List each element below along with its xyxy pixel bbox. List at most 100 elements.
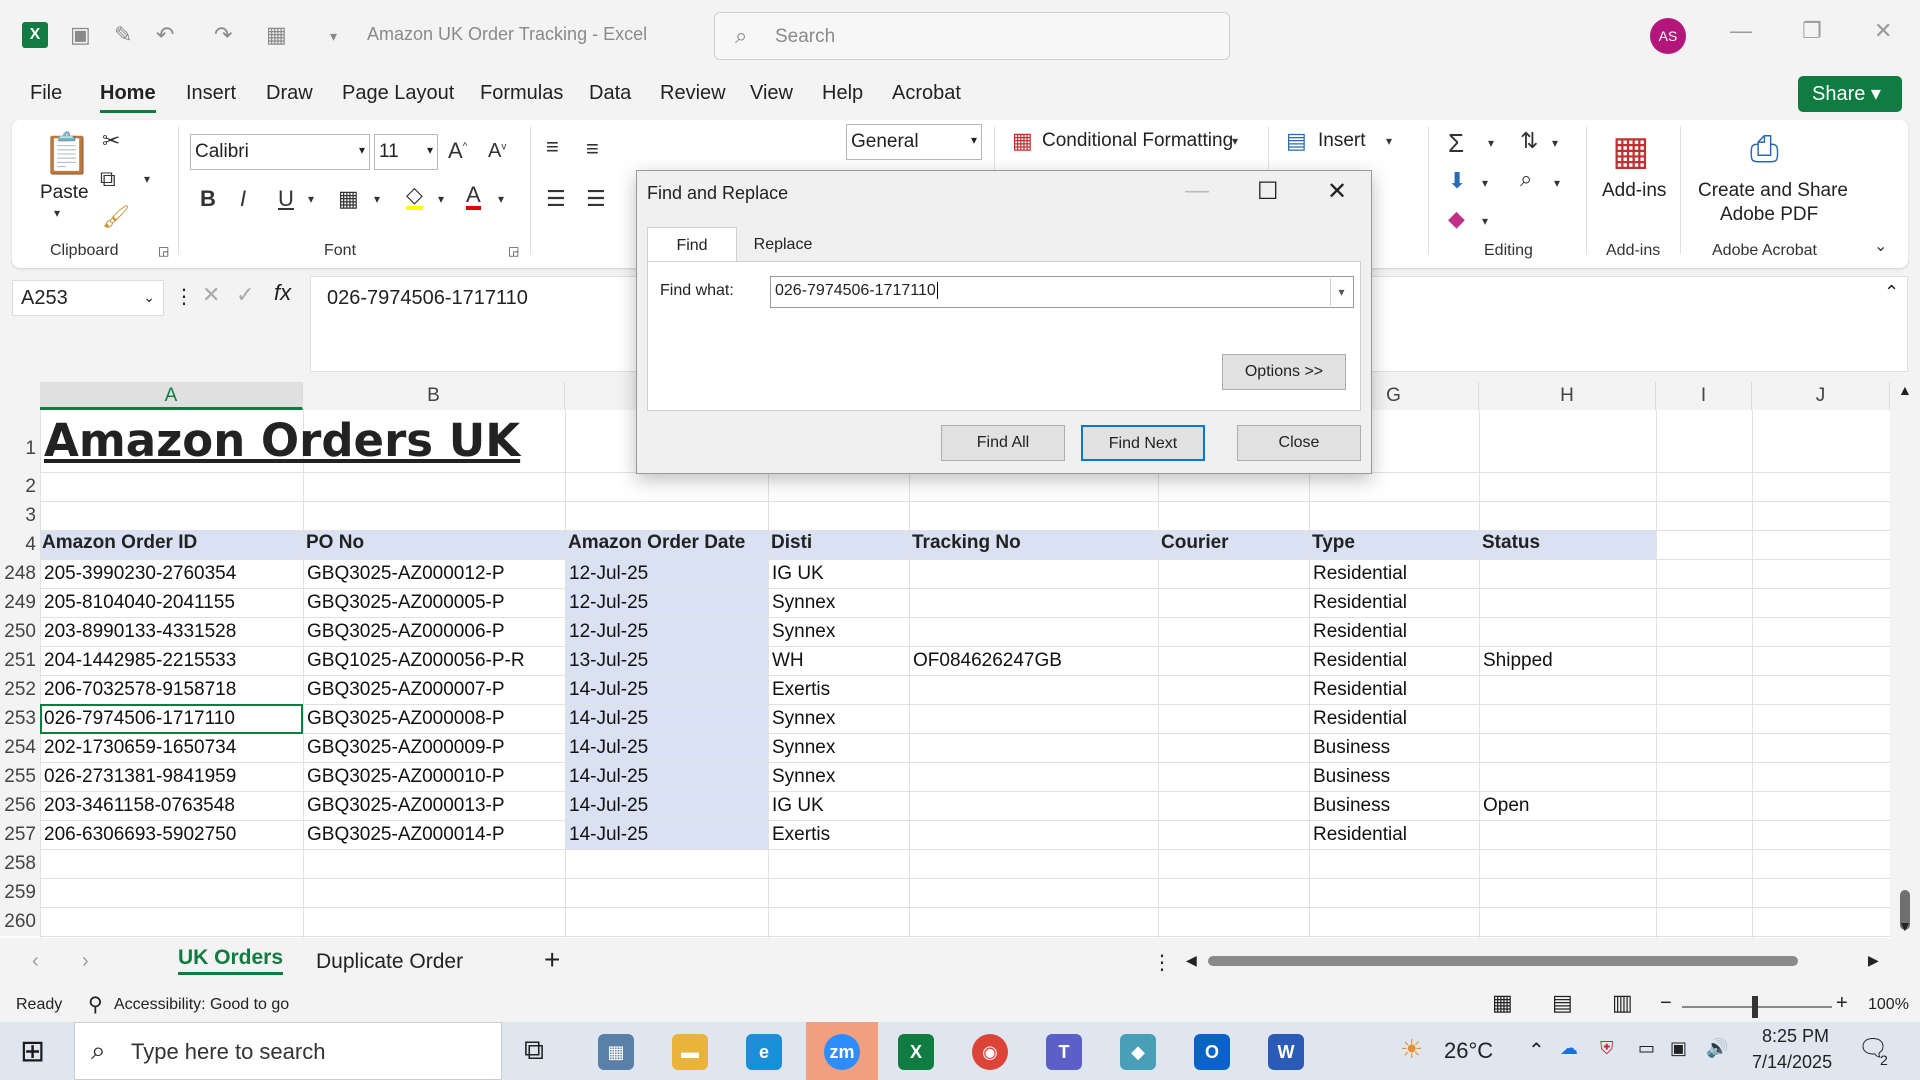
security-icon[interactable]: ⛨ xyxy=(1600,1038,1614,1059)
autosum-icon[interactable]: Σ xyxy=(1448,128,1464,159)
cell-order-id[interactable]: 204-1442985-2215533 xyxy=(42,646,236,675)
share-button[interactable]: Share ▾ xyxy=(1798,76,1902,112)
borders-icon[interactable]: ▦ xyxy=(338,186,359,212)
menu-page-layout[interactable]: Page Layout xyxy=(342,82,454,105)
dialog-maximize-icon[interactable]: ☐ xyxy=(1257,177,1279,206)
row-header[interactable]: 255 xyxy=(0,762,40,791)
cell-disti[interactable]: Exertis xyxy=(770,820,830,849)
clear-icon[interactable]: ◆ xyxy=(1448,206,1465,232)
paste-button[interactable]: Paste xyxy=(40,182,89,204)
cell-order-id[interactable]: 203-3461158-0763548 xyxy=(42,791,235,820)
row-header[interactable]: 258 xyxy=(0,849,40,878)
cell-order-date[interactable]: 12-Jul-25 xyxy=(567,588,648,617)
header-po-no[interactable]: PO No xyxy=(306,532,364,554)
clock-date[interactable]: 7/14/2025 xyxy=(1752,1052,1832,1073)
format-painter-qat-icon[interactable]: ✎ xyxy=(114,22,132,48)
cell-order-date[interactable]: 14-Jul-25 xyxy=(567,820,648,849)
cell-disti[interactable]: Synnex xyxy=(770,588,835,617)
cell-order-date[interactable]: 14-Jul-25 xyxy=(567,791,648,820)
copy-dropdown-icon[interactable]: ▾ xyxy=(144,172,150,186)
cell-type[interactable]: Residential xyxy=(1311,646,1407,675)
header-disti[interactable]: Disti xyxy=(771,532,812,554)
paste-dropdown-icon[interactable]: ▾ xyxy=(54,206,60,220)
excel-taskbar-icon[interactable]: X xyxy=(898,1034,934,1070)
create-pdf-icon[interactable]: ⎙ xyxy=(1750,128,1779,171)
font-color-icon[interactable]: A xyxy=(466,184,481,210)
cell-po-no[interactable]: GBQ3025-AZ000010-P xyxy=(305,762,505,791)
conditional-formatting-dropdown-icon[interactable]: ▾ xyxy=(1232,134,1238,148)
chrome-icon[interactable]: ◉ xyxy=(972,1034,1008,1070)
find-next-button[interactable]: Find Next xyxy=(1081,425,1205,461)
menu-formulas[interactable]: Formulas xyxy=(480,82,563,105)
cell-order-date[interactable]: 12-Jul-25 xyxy=(567,559,648,588)
row-header[interactable]: 248 xyxy=(0,559,40,588)
taskbar-search[interactable]: ⌕ Type here to search xyxy=(74,1022,502,1080)
sheet-tab-uk-orders[interactable]: UK Orders xyxy=(178,946,284,975)
volume-icon[interactable]: 🔊 xyxy=(1706,1038,1728,1059)
conditional-formatting-icon[interactable]: ▦ xyxy=(1012,128,1033,154)
cell-type[interactable]: Business xyxy=(1311,733,1390,762)
cell-po-no[interactable]: GBQ3025-AZ000012-P xyxy=(305,559,505,588)
cell-disti[interactable]: Exertis xyxy=(770,675,830,704)
weather-icon[interactable]: ☀ xyxy=(1400,1034,1423,1065)
number-format-select[interactable]: General ▾ xyxy=(846,124,982,160)
cell-disti[interactable]: Synnex xyxy=(770,617,835,646)
addins-button[interactable]: Add-ins xyxy=(1602,180,1666,202)
name-box[interactable]: A253 ⌄ xyxy=(12,280,164,316)
cell-order-date[interactable]: 14-Jul-25 xyxy=(567,704,648,733)
undo-icon[interactable]: ↶ xyxy=(156,22,174,48)
cell-order-date[interactable]: 12-Jul-25 xyxy=(567,617,648,646)
sheet-tab-duplicate-order[interactable]: Duplicate Order xyxy=(316,950,463,974)
cell-disti[interactable]: IG UK xyxy=(770,559,824,588)
prev-sheet-icon[interactable]: ‹ xyxy=(32,950,39,973)
normal-view-icon[interactable]: ▦ xyxy=(1492,990,1513,1016)
create-pdf-label-1[interactable]: Create and Share xyxy=(1698,180,1848,202)
cell-order-id[interactable]: 203-8990133-4331528 xyxy=(42,617,236,646)
row-header[interactable]: 252 xyxy=(0,675,40,704)
cell-order-date[interactable]: 13-Jul-25 xyxy=(567,646,648,675)
accessibility-icon[interactable]: ⚲ xyxy=(88,992,103,1017)
close-icon[interactable]: ✕ xyxy=(1874,18,1892,44)
bold-icon[interactable]: B xyxy=(200,186,216,212)
zoom-slider-thumb[interactable] xyxy=(1752,996,1758,1018)
temperature[interactable]: 26°C xyxy=(1444,1038,1493,1064)
underline-dropdown-icon[interactable]: ▾ xyxy=(308,192,314,206)
cell-po-no[interactable]: GBQ3025-AZ000013-P xyxy=(305,791,505,820)
find-select-icon[interactable]: ⌕ xyxy=(1520,166,1532,192)
teams-icon[interactable]: T xyxy=(1046,1034,1082,1070)
create-pdf-label-2[interactable]: Adobe PDF xyxy=(1720,204,1818,226)
cell-status[interactable]: Open xyxy=(1481,791,1529,820)
cell-type[interactable]: Residential xyxy=(1311,820,1407,849)
more-icon[interactable]: ⋮ xyxy=(174,284,194,309)
font-color-dropdown-icon[interactable]: ▾ xyxy=(498,192,504,206)
cell-type[interactable]: Residential xyxy=(1311,588,1407,617)
redo-icon[interactable]: ↷ xyxy=(214,22,232,48)
save-icon[interactable]: ▣ xyxy=(70,22,91,48)
cell-po-no[interactable]: GBQ3025-AZ000009-P xyxy=(305,733,505,762)
align-middle-icon[interactable]: ≡ xyxy=(586,136,599,162)
row-header[interactable]: 260 xyxy=(0,907,40,936)
add-sheet-icon[interactable]: + xyxy=(544,944,560,976)
header-status[interactable]: Status xyxy=(1482,532,1540,554)
addins-icon[interactable]: ▦ xyxy=(1612,128,1650,174)
menu-acrobat[interactable]: Acrobat xyxy=(892,82,961,105)
accessibility-status[interactable]: Accessibility: Good to go xyxy=(114,996,289,1014)
cell-disti[interactable]: WH xyxy=(770,646,804,675)
sort-filter-icon[interactable]: ⇅ xyxy=(1520,128,1538,154)
fill-dropdown-icon[interactable]: ▾ xyxy=(1482,176,1488,190)
cell-order-date[interactable]: 14-Jul-25 xyxy=(567,675,648,704)
align-left-icon[interactable]: ☰ xyxy=(546,186,566,212)
word-icon[interactable]: W xyxy=(1268,1034,1304,1070)
fill-color-dropdown-icon[interactable]: ▾ xyxy=(438,192,444,206)
menu-draw[interactable]: Draw xyxy=(266,82,313,105)
windows-start-icon[interactable]: ⊞ xyxy=(20,1034,45,1069)
cell-disti[interactable]: Synnex xyxy=(770,762,835,791)
header-courier[interactable]: Courier xyxy=(1161,532,1229,554)
copy-icon[interactable]: ⧉ xyxy=(100,166,116,192)
excel-logo-icon[interactable]: X xyxy=(22,22,48,48)
row-header[interactable]: 1 xyxy=(0,410,40,472)
cell-disti[interactable]: Synnex xyxy=(770,704,835,733)
network-icon[interactable]: ▣ xyxy=(1670,1038,1687,1059)
cell-disti[interactable]: IG UK xyxy=(770,791,824,820)
menu-view[interactable]: View xyxy=(750,82,793,105)
